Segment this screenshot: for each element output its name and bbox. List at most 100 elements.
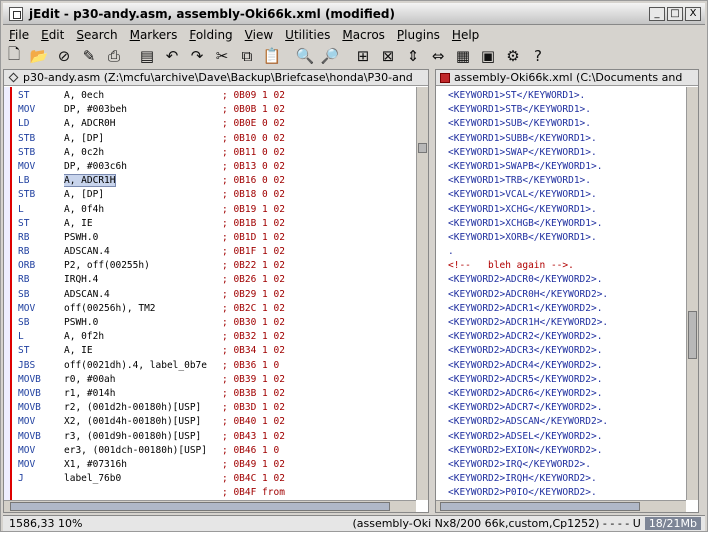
vertical-scrollbar-right[interactable] [686,87,698,500]
code-line[interactable]: RB PSWH.0 ; 0B1D 1 02 [18,231,414,245]
xml-line[interactable]: <KEYWORD1>SWAP</KEYWORD1>. [448,146,686,160]
minimize-button[interactable]: _ [649,6,665,21]
xml-line[interactable]: . [448,245,686,259]
scroll-thumb[interactable] [418,143,427,153]
menu-macros[interactable]: Macros [336,28,391,42]
redo-icon[interactable]: ↷ [186,45,208,67]
xml-line[interactable]: <KEYWORD2>ADCR3</KEYWORD2>. [448,344,686,358]
xml-line[interactable]: <KEYWORD2>P0IO</KEYWORD2>. [448,486,686,500]
code-line[interactable]: ST A, IE ; 0B34 1 02 [18,344,414,358]
editor-pane-xml[interactable]: assembly-Oki66k.xml (C:\Documents and <K… [435,69,699,513]
code-line[interactable]: ST A, 0ech ; 0B09 1 02 [18,89,414,103]
code-line[interactable]: JBS off(0021dh).4, label_0b7e ; 0B36 1 0 [18,359,414,373]
help-icon[interactable]: ? [527,45,549,67]
xml-line[interactable]: <KEYWORD1>TRB</KEYWORD1>. [448,174,686,188]
menu-file[interactable]: File [3,28,35,42]
code-line[interactable]: SB PSWH.0 ; 0B30 1 02 [18,316,414,330]
code-line[interactable]: MOVB r1, #014h ; 0B3B 1 02 [18,387,414,401]
caret-position[interactable]: 1586,33 10% [9,517,82,530]
xml-line[interactable]: <KEYWORD1>XCHG</KEYWORD1>. [448,203,686,217]
xml-line[interactable]: <KEYWORD2>ADCR0</KEYWORD2>. [448,273,686,287]
xml-line[interactable]: <KEYWORD1>SWAPB</KEYWORD1>. [448,160,686,174]
close-button[interactable]: X [685,6,701,21]
code-line[interactable]: MOV off(00256h), TM2 ; 0B2C 1 02 [18,302,414,316]
xml-line[interactable]: <KEYWORD2>ADCR0H</KEYWORD2>. [448,288,686,302]
menu-edit[interactable]: Edit [35,28,70,42]
xml-line[interactable]: <KEYWORD1>STB</KEYWORD1>. [448,103,686,117]
horizontal-scrollbar-left[interactable] [4,500,416,512]
code-line[interactable]: MOV DP, #003c6h ; 0B13 0 02 [18,160,414,174]
buffer-switcher-right[interactable]: assembly-Oki66k.xml (C:\Documents and [436,70,698,86]
xml-line[interactable]: <KEYWORD2>IRQH</KEYWORD2>. [448,472,686,486]
code-line[interactable]: MOV X2, (001d4h-00180h)[USP] ; 0B40 1 02 [18,415,414,429]
global-options-icon[interactable]: ▣ [477,45,499,67]
xml-line[interactable]: <KEYWORD2>ADCR7</KEYWORD2>. [448,401,686,415]
menu-markers[interactable]: Markers [124,28,184,42]
title-bar[interactable]: jEdit - p30-andy.asm, assembly-Oki66k.xm… [3,3,705,25]
scroll-thumb[interactable] [688,311,697,359]
xml-line[interactable]: <KEYWORD1>SUB</KEYWORD1>. [448,117,686,131]
code-line[interactable]: STB A, [DP] ; 0B18 0 02 [18,188,414,202]
xml-line[interactable]: <KEYWORD1>VCAL</KEYWORD1>. [448,188,686,202]
code-line[interactable]: MOV DP, #003beh ; 0B0B 1 02 [18,103,414,117]
cut-icon[interactable]: ✂ [211,45,233,67]
maximize-button[interactable]: □ [667,6,683,21]
xml-line[interactable]: <KEYWORD2>IRQ</KEYWORD2>. [448,458,686,472]
paste-icon[interactable]: 📋 [261,45,283,67]
vertical-scrollbar-left[interactable] [416,87,428,500]
xml-line[interactable]: <KEYWORD1>SUBB</KEYWORD1>. [448,132,686,146]
xml-line[interactable]: <KEYWORD2>ADCR2</KEYWORD2>. [448,330,686,344]
plugin-manager-icon[interactable]: ⚙ [502,45,524,67]
horizontal-scrollbar-right[interactable] [436,500,686,512]
memory-indicator[interactable]: 18/21Mb [644,517,701,530]
undo-icon[interactable]: ↶ [161,45,183,67]
menu-help[interactable]: Help [446,28,485,42]
code-line[interactable]: LB A, ADCR1H ; 0B16 0 02 [18,174,414,188]
code-line[interactable]: MOVB r3, (001d9h-00180h)[USP] ; 0B43 1 02 [18,430,414,444]
menu-folding[interactable]: Folding [183,28,238,42]
xml-line[interactable]: <KEYWORD1>XCHGB</KEYWORD1>. [448,217,686,231]
open-file-icon[interactable]: 📂 [28,45,50,67]
code-line[interactable]: MOV er3, (001dch-00180h)[USP] ; 0B46 1 0 [18,444,414,458]
editor-pane-asm[interactable]: p30-andy.asm (Z:\mcfu\archive\Dave\Backu… [3,69,429,513]
xml-line[interactable]: <KEYWORD2>ADCR6</KEYWORD2>. [448,387,686,401]
split-icon[interactable]: ⊞ [352,45,374,67]
code-line[interactable]: STB A, 0c2h ; 0B11 0 02 [18,146,414,160]
new-file-icon[interactable]: 🗋 [3,45,25,67]
code-line[interactable]: RB IRQH.4 ; 0B26 1 02 [18,273,414,287]
xml-line[interactable]: <KEYWORD2>ADSEL</KEYWORD2>. [448,430,686,444]
asm-text-area[interactable]: ST A, 0ech ; 0B09 1 02 MOV DP, #003beh ; 0B0B… [18,89,414,500]
copy-icon[interactable]: ⧉ [236,45,258,67]
menu-view[interactable]: View [239,28,279,42]
code-line[interactable]: ST A, IE ; 0B1B 1 02 [18,217,414,231]
xml-line[interactable]: <KEYWORD2>ADCR1</KEYWORD2>. [448,302,686,316]
unsplit-icon[interactable]: ⊠ [377,45,399,67]
code-line[interactable]: RB ADSCAN.4 ; 0B1F 1 02 [18,245,414,259]
save-icon[interactable]: ▤ [136,45,158,67]
code-line[interactable]: L A, 0f2h ; 0B32 1 02 [18,330,414,344]
xml-line[interactable]: <KEYWORD1>XORB</KEYWORD1>. [448,231,686,245]
menu-utilities[interactable]: Utilities [279,28,336,42]
xml-line[interactable]: <KEYWORD2>ADCR5</KEYWORD2>. [448,373,686,387]
xml-text-area[interactable]: <KEYWORD1>ST</KEYWORD1>. <KEYWORD1>STB</K… [448,89,686,500]
code-line[interactable]: MOVB r0, #00ah ; 0B39 1 02 [18,373,414,387]
code-line[interactable]: SB ADSCAN.4 ; 0B29 1 02 [18,288,414,302]
xml-line[interactable]: <KEYWORD2>EXION</KEYWORD2>. [448,444,686,458]
code-line[interactable]: MOVB r2, (001d2h-00180h)[USP] ; 0B3D 1 02 [18,401,414,415]
code-line[interactable]: Jlabel_76b0 ; 0B4C 1 02 [18,472,414,486]
split-vertical-icon[interactable]: ⇕ [402,45,424,67]
xml-line[interactable]: <KEYWORD1>ST</KEYWORD1>. [448,89,686,103]
xml-line[interactable]: <KEYWORD2>ADCR1H</KEYWORD2>. [448,316,686,330]
code-line[interactable]: STB A, [DP] ; 0B10 0 02 [18,132,414,146]
xml-line[interactable]: <KEYWORD2>ADSCAN</KEYWORD2>. [448,415,686,429]
menu-search[interactable]: Search [70,28,123,42]
xml-comment-line[interactable]: <!-- bleh again -->. [448,259,686,273]
xml-line[interactable]: <KEYWORD2>ADCR4</KEYWORD2>. [448,359,686,373]
menu-plugins[interactable]: Plugins [391,28,446,42]
split-horizontal-icon[interactable]: ⇔ [427,45,449,67]
scroll-thumb[interactable] [10,502,390,511]
scroll-thumb[interactable] [440,502,640,511]
close-file-icon[interactable]: ⊘ [53,45,75,67]
code-line[interactable]: L A, 0f4h ; 0B19 1 02 [18,203,414,217]
code-line[interactable]: ORB P2, off(00255h) ; 0B22 1 02 [18,259,414,273]
